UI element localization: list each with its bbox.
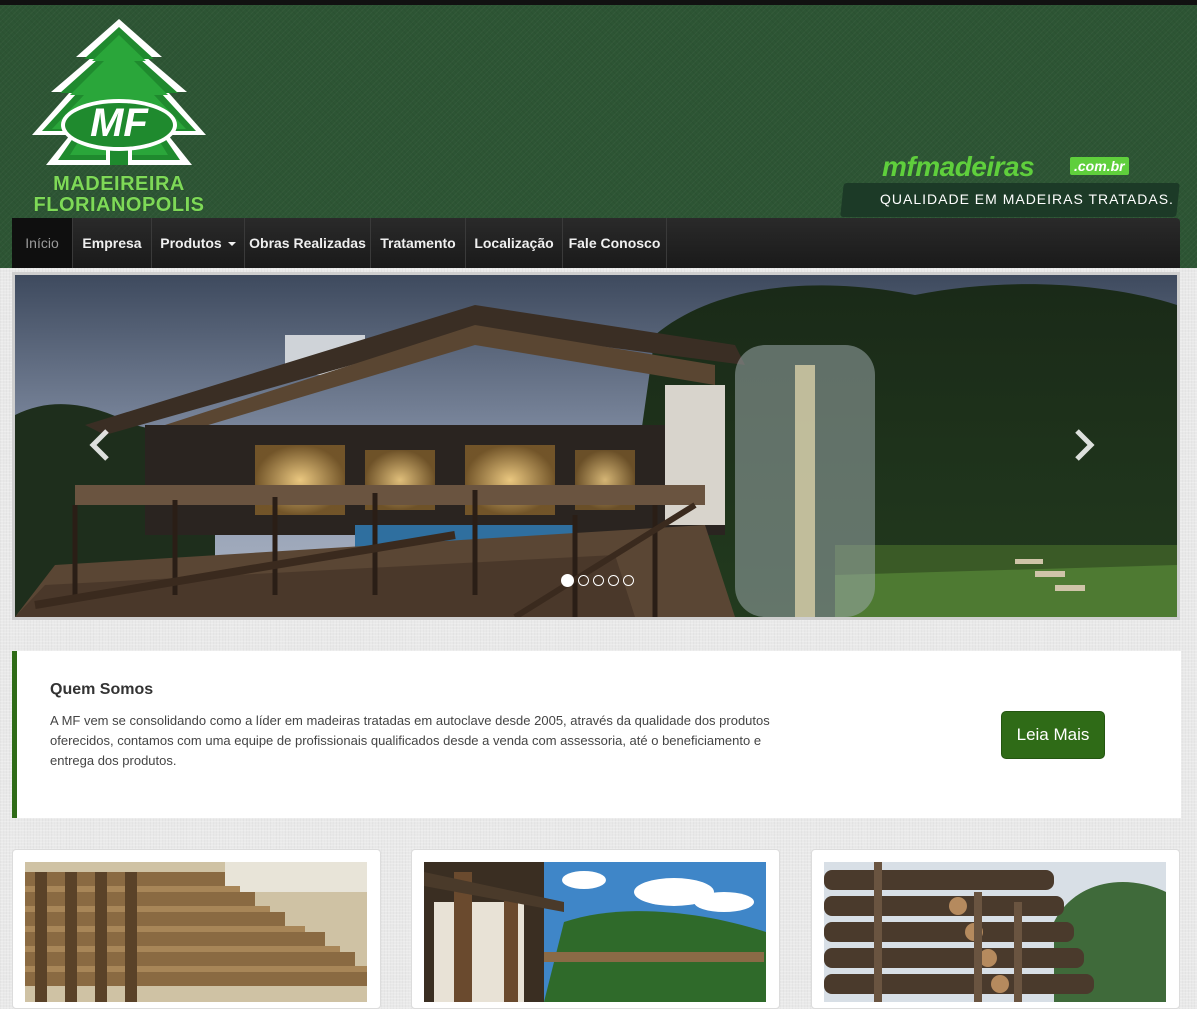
card-image-lumber: [25, 862, 367, 1002]
nav-item-produtos[interactable]: Produtos: [152, 218, 245, 268]
brand-slogan: QUALIDADE EM MADEIRAS TRATADAS.: [880, 191, 1174, 207]
carousel-indicator-4[interactable]: [608, 575, 619, 587]
main-navbar: Início Empresa Produtos Obras Realizadas…: [12, 218, 1180, 268]
logo-initials: MF: [90, 101, 148, 145]
nav-item-label: Localização: [474, 235, 554, 251]
nav-item-fale-conosco[interactable]: Fale Conosco: [563, 218, 667, 268]
logo-line-1: MADEIREIRA: [53, 173, 185, 195]
about-section: Quem Somos A MF vem se consolidando como…: [12, 651, 1181, 818]
carousel-indicator-2[interactable]: [578, 575, 589, 587]
card-image-logs: [824, 862, 1166, 1002]
read-more-button[interactable]: Leia Mais: [1001, 711, 1105, 759]
logo-line-2: FLORIANOPOLIS: [33, 194, 205, 216]
carousel-slide-image: [15, 275, 1177, 617]
carousel-next-button[interactable]: [1063, 425, 1103, 465]
nav-item-label: Obras Realizadas: [249, 235, 366, 251]
nav-item-label: Tratamento: [380, 235, 456, 251]
brand-url: mfmadeiras: [882, 151, 1035, 182]
nav-item-localizacao[interactable]: Localização: [466, 218, 563, 268]
feature-card-2[interactable]: [411, 849, 780, 1009]
pine-tree-icon: [32, 19, 206, 165]
about-title: Quem Somos: [50, 681, 154, 698]
chevron-right-icon: [1075, 429, 1095, 461]
carousel-indicator-3[interactable]: [593, 575, 604, 587]
nav-item-label: Início: [25, 235, 59, 251]
nav-item-inicio[interactable]: Início: [12, 218, 73, 268]
card-image-house: [424, 862, 766, 1002]
nav-item-tratamento[interactable]: Tratamento: [371, 218, 466, 268]
nav-item-label: Empresa: [82, 235, 142, 251]
carousel-indicator-1[interactable]: [561, 574, 574, 588]
carousel-prev-button[interactable]: [81, 425, 121, 465]
site-logo[interactable]: MF MADEIREIRA FLORIANOPOLIS: [22, 17, 216, 217]
about-text: A MF vem se consolidando como a líder em…: [50, 713, 770, 768]
brand-domain: .com.br: [1070, 157, 1129, 175]
feature-card-3[interactable]: [811, 849, 1180, 1009]
carousel-indicators: [561, 572, 638, 588]
brand-banner: mfmadeiras .com.br QUALIDADE EM MADEIRAS…: [840, 151, 1182, 221]
nav-item-label: Produtos: [160, 235, 222, 251]
nav-item-empresa[interactable]: Empresa: [73, 218, 152, 268]
feature-card-1[interactable]: [12, 849, 381, 1009]
carousel-indicator-5[interactable]: [623, 575, 634, 587]
chevron-left-icon: [89, 429, 109, 461]
nav-item-label: Fale Conosco: [568, 235, 661, 251]
caret-down-icon: [227, 242, 236, 247]
nav-item-obras-realizadas[interactable]: Obras Realizadas: [245, 218, 371, 268]
hero-carousel[interactable]: [12, 272, 1180, 620]
